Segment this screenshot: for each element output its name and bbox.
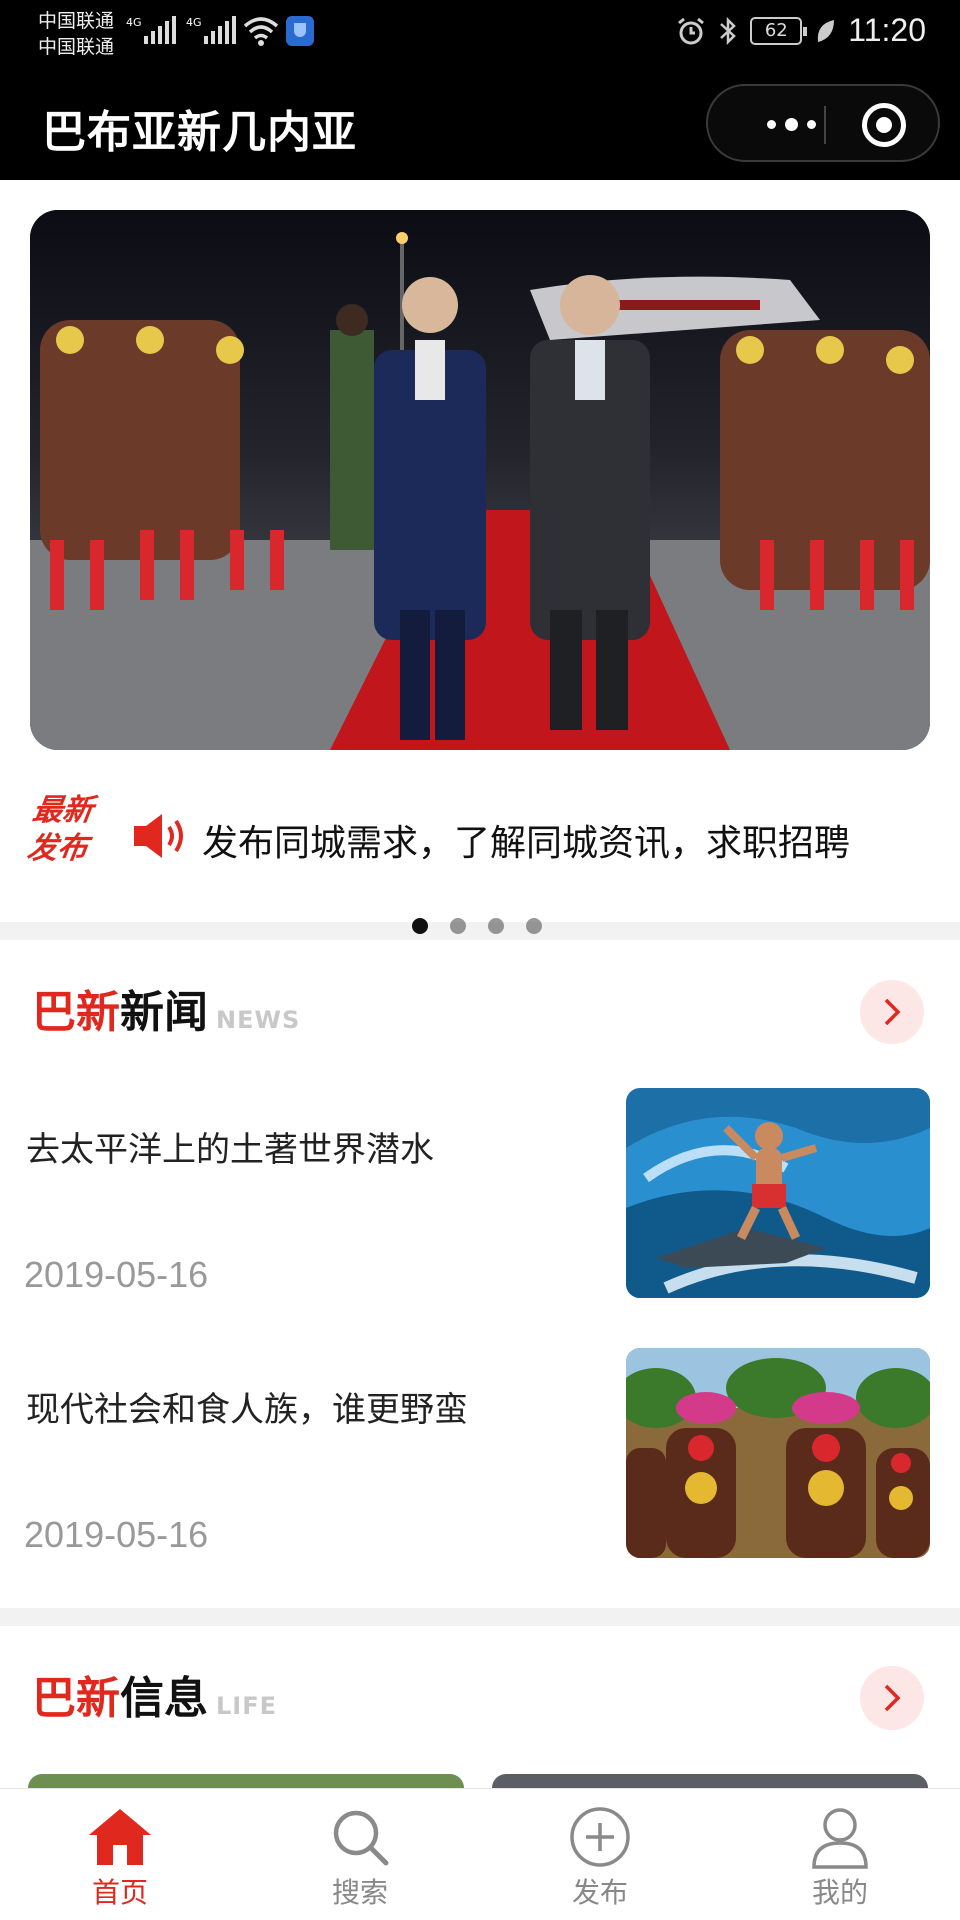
info-more-button[interactable] bbox=[860, 1666, 924, 1730]
info-title-red: 巴新 bbox=[32, 1673, 120, 1724]
carousel-dot[interactable] bbox=[412, 918, 428, 934]
carrier-2: 中国联通 bbox=[38, 36, 115, 58]
carrier-1: 中国联通 bbox=[38, 10, 115, 32]
news-section-title: 巴新 新闻 NEWS bbox=[32, 976, 300, 1040]
news-title-en: NEWS bbox=[216, 1006, 301, 1034]
carousel-dot[interactable] bbox=[450, 918, 466, 934]
chevron-right-icon bbox=[884, 1684, 901, 1712]
carousel-indicators bbox=[412, 918, 542, 934]
latest-badge-line2: 发布 bbox=[24, 831, 90, 866]
news-section: 巴新 新闻 NEWS 去太平洋上的土著世界潜水 2019-05-16 现代社会和… bbox=[0, 940, 960, 1608]
chevron-right-icon bbox=[884, 998, 901, 1026]
news-item-date: 2019-05-16 bbox=[24, 1514, 209, 1555]
banner-carousel[interactable] bbox=[30, 210, 930, 750]
alarm-icon bbox=[678, 17, 705, 44]
banner-photo bbox=[30, 210, 930, 750]
info-title-en: LIFE bbox=[216, 1692, 278, 1720]
news-item-thumbnail bbox=[626, 1088, 930, 1298]
latest-badge: 最新 发布 bbox=[25, 792, 126, 868]
vpn-shield-icon bbox=[286, 16, 314, 46]
news-item-title: 现代社会和食人族，谁更野蛮 bbox=[26, 1390, 468, 1430]
status-bar: 中国联通 中国联通 4G 4G 62 11:20 bbox=[0, 0, 960, 68]
carrier-names: 中国联通 中国联通 bbox=[38, 8, 114, 60]
news-item-title: 去太平洋上的土著世界潜水 bbox=[26, 1130, 434, 1170]
battery-icon: 62 bbox=[750, 16, 808, 45]
carousel-dot[interactable] bbox=[488, 918, 504, 934]
news-item-date: 2019-05-16 bbox=[24, 1254, 209, 1295]
news-title-red: 巴新 bbox=[32, 987, 120, 1038]
news-more-button[interactable] bbox=[860, 980, 924, 1044]
carousel-dot[interactable] bbox=[526, 918, 542, 934]
news-item[interactable]: 去太平洋上的土著世界潜水 2019-05-16 bbox=[0, 1088, 960, 1298]
info-section-title: 巴新 信息 LIFE bbox=[32, 1662, 277, 1726]
news-title-black: 新闻 bbox=[120, 987, 208, 1038]
mini-program-capsule bbox=[706, 84, 940, 162]
network-type-1: 4G bbox=[126, 16, 142, 29]
bottom-tab-bar: 首页 搜索 发布 我的 bbox=[0, 1788, 960, 1920]
wifi-icon bbox=[243, 17, 279, 46]
tab-publish[interactable]: 发布 bbox=[480, 1789, 720, 1920]
ticker-text: 发布同城需求，了解同城资讯，求职招聘 bbox=[202, 823, 851, 864]
surfer-wave-photo bbox=[626, 1088, 930, 1298]
tab-profile[interactable]: 我的 bbox=[720, 1789, 960, 1920]
tab-search[interactable]: 搜索 bbox=[240, 1789, 480, 1920]
user-icon bbox=[812, 1808, 868, 1869]
tab-label: 搜索 bbox=[331, 1876, 388, 1909]
latest-badge-line1: 最新 bbox=[30, 793, 96, 828]
capsule-divider bbox=[824, 106, 826, 144]
tab-label: 我的 bbox=[811, 1876, 868, 1909]
page-title: 巴布亚新几内亚 bbox=[42, 107, 357, 158]
tab-home[interactable]: 首页 bbox=[0, 1789, 240, 1920]
signal-icon-2 bbox=[204, 16, 236, 44]
info-title-black: 信息 bbox=[120, 1673, 208, 1724]
search-icon bbox=[333, 1810, 389, 1866]
tab-label: 首页 bbox=[91, 1876, 148, 1909]
home-icon bbox=[89, 1809, 151, 1865]
news-item-thumbnail bbox=[626, 1348, 930, 1558]
leaf-icon bbox=[818, 19, 835, 42]
announcement-ticker[interactable]: 最新 发布 发布同城需求，了解同城资讯，求职招聘 bbox=[25, 792, 930, 892]
tribal-dancers-photo bbox=[626, 1348, 930, 1558]
title-bar: 巴布亚新几内亚 bbox=[0, 68, 960, 180]
news-item[interactable]: 现代社会和食人族，谁更野蛮 2019-05-16 bbox=[0, 1348, 960, 1558]
close-mini-program-button[interactable] bbox=[862, 103, 906, 147]
speaker-icon bbox=[134, 814, 183, 858]
bluetooth-icon bbox=[720, 16, 737, 45]
tab-label: 发布 bbox=[571, 1876, 628, 1909]
banner-card: 最新 发布 发布同城需求，了解同城资讯，求职招聘 bbox=[0, 180, 960, 934]
clock: 11:20 bbox=[848, 12, 926, 48]
plus-circle-icon bbox=[570, 1807, 630, 1867]
signal-icon bbox=[144, 16, 176, 44]
network-type-2: 4G bbox=[186, 16, 202, 29]
